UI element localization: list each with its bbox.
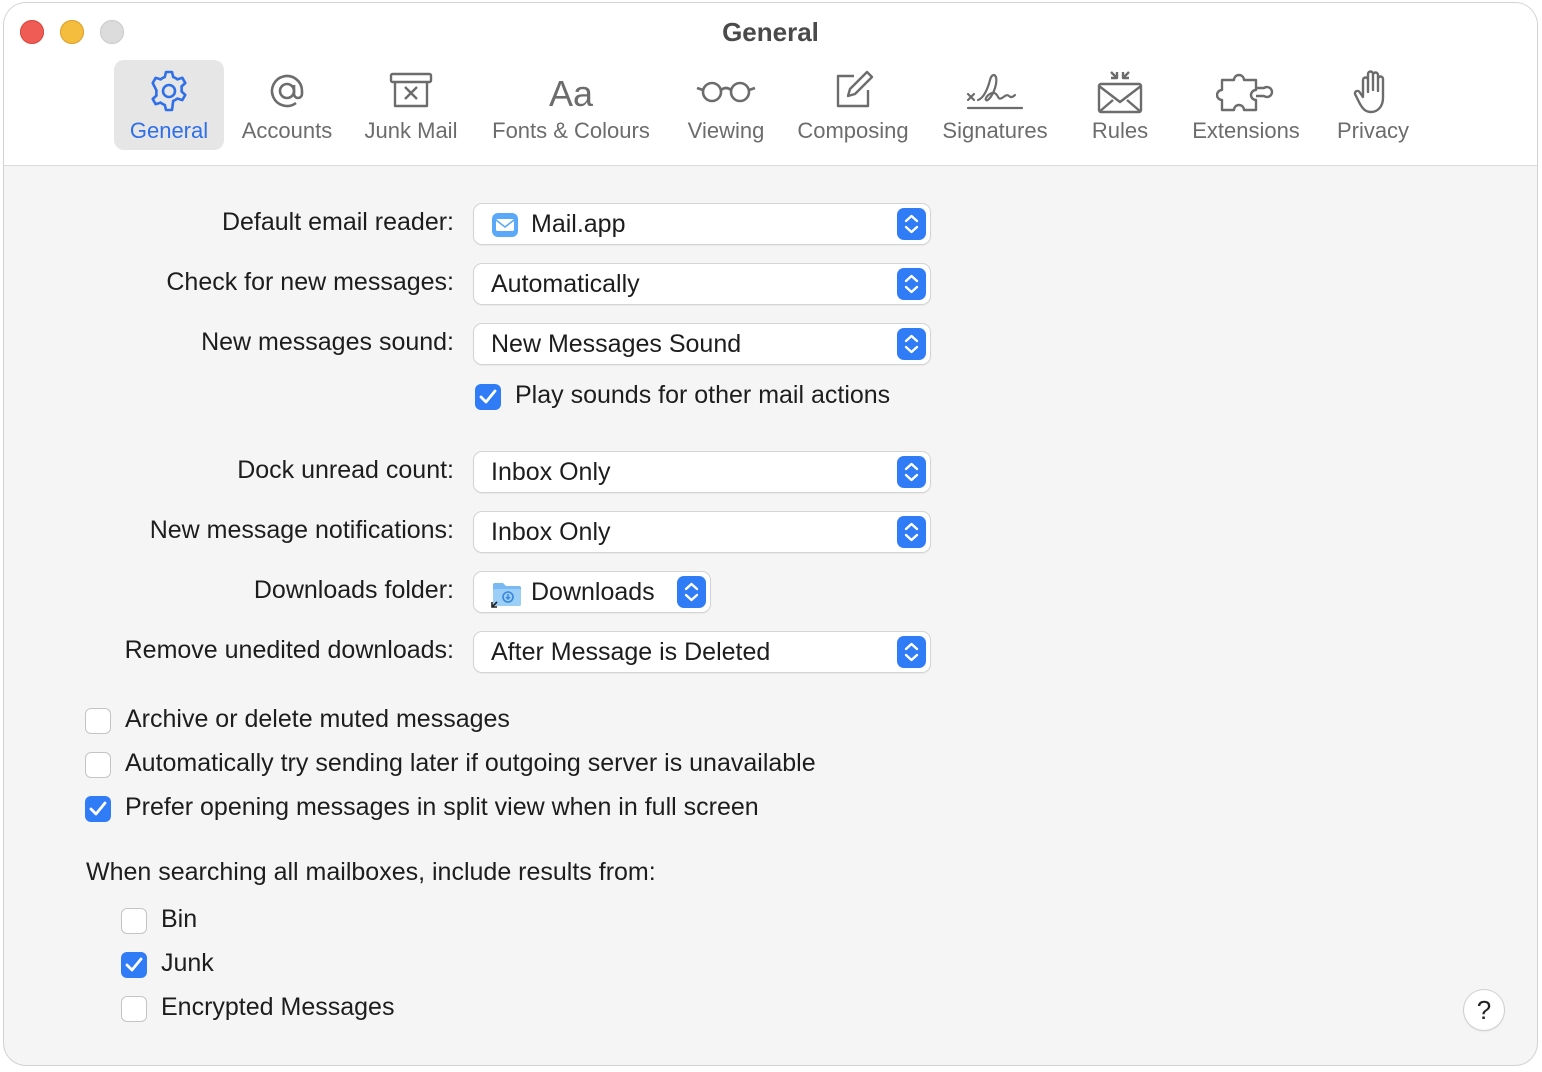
compose-icon — [836, 70, 874, 108]
popup-stepper[interactable] — [897, 208, 926, 240]
popup-stepper[interactable] — [897, 636, 926, 668]
tab-label: Extensions — [1192, 118, 1300, 143]
at-icon — [270, 74, 304, 108]
tab-label: Junk Mail — [364, 118, 458, 143]
popup-value: Inbox Only — [491, 458, 611, 486]
check-messages-popup[interactable]: Automatically — [474, 264, 930, 304]
sound-label: New messages sound: — [201, 328, 454, 356]
sound-popup[interactable]: New Messages Sound — [474, 324, 930, 364]
play-sounds-checkbox[interactable] — [475, 384, 501, 410]
tab-label: General — [129, 118, 209, 143]
tab-label: Signatures — [942, 118, 1048, 143]
search-junk-checkbox[interactable] — [121, 952, 147, 978]
junk-tray-icon — [389, 72, 433, 108]
checkbox-label: Archive or delete muted messages — [125, 705, 510, 733]
svg-text:Aa: Aa — [549, 73, 594, 114]
text-aa-icon: Aa — [549, 73, 594, 114]
checkbox-label: Automatically try sending later if outgo… — [125, 749, 816, 777]
checkbox-label: Play sounds for other mail actions — [515, 381, 891, 409]
popup-value: Automatically — [491, 270, 640, 298]
popup-stepper[interactable] — [897, 516, 926, 548]
popup-stepper[interactable] — [897, 268, 926, 300]
remove-downloads-label: Remove unedited downloads: — [124, 636, 454, 664]
split-view-checkbox[interactable] — [85, 796, 111, 822]
popup-value: New Messages Sound — [491, 330, 742, 358]
tab-composing[interactable]: Composing — [790, 60, 916, 150]
hand-icon — [1353, 70, 1385, 114]
preferences-window: General General Accounts Junk Mail Aa Fo… — [4, 3, 1537, 1065]
tab-fonts-colours[interactable]: Aa Fonts & Colours — [484, 60, 658, 150]
check-messages-label: Check for new messages: — [166, 268, 454, 296]
notifications-label: New message notifications: — [149, 516, 454, 544]
tab-label: Privacy — [1336, 118, 1410, 143]
checkbox-label: Bin — [161, 905, 198, 933]
popup-value: Inbox Only — [491, 518, 611, 546]
notifications-popup[interactable]: Inbox Only — [474, 512, 930, 552]
chevron-up-down-icon — [684, 582, 699, 602]
glasses-icon — [696, 81, 756, 103]
gear-icon — [151, 70, 187, 112]
archive-muted-checkbox[interactable] — [85, 708, 111, 734]
tab-privacy[interactable]: Privacy — [1324, 60, 1422, 150]
popup-stepper[interactable] — [677, 576, 706, 608]
tab-viewing[interactable]: Viewing — [676, 60, 776, 150]
chevron-up-down-icon — [904, 462, 919, 482]
tab-label: Composing — [797, 118, 909, 143]
downloads-folder-popup[interactable]: Downloads — [474, 572, 710, 612]
chevron-up-down-icon — [904, 274, 919, 294]
chevron-up-down-icon — [904, 642, 919, 662]
send-later-checkbox[interactable] — [85, 752, 111, 778]
dock-count-popup[interactable]: Inbox Only — [474, 452, 930, 492]
mail-app-icon — [492, 213, 518, 237]
tab-label: Rules — [1091, 118, 1149, 143]
popup-value: Mail.app — [531, 210, 626, 238]
checkmark-icon — [479, 389, 497, 404]
envelope-rules-icon — [1097, 71, 1143, 114]
checkbox-label: Encrypted Messages — [161, 993, 395, 1021]
checkmark-icon — [89, 801, 107, 816]
popup-value: After Message is Deleted — [491, 638, 771, 666]
folder-icon — [491, 583, 521, 608]
tab-extensions[interactable]: Extensions — [1184, 60, 1308, 150]
checkmark-icon — [125, 957, 143, 972]
help-button[interactable]: ? — [1464, 990, 1504, 1030]
tab-label: Viewing — [687, 118, 765, 143]
popup-stepper[interactable] — [897, 328, 926, 360]
checkbox-label: Prefer opening messages in split view wh… — [125, 793, 759, 821]
downloads-folder-label: Downloads folder: — [253, 576, 454, 604]
dock-count-label: Dock unread count: — [237, 456, 454, 484]
popup-value: Downloads — [531, 578, 655, 606]
tab-label: Fonts & Colours — [492, 118, 650, 143]
tab-general[interactable]: General — [114, 60, 224, 150]
signature-icon — [966, 74, 1024, 110]
window-title: General — [722, 17, 819, 47]
default-reader-popup[interactable]: Mail.app — [474, 204, 930, 244]
remove-downloads-popup[interactable]: After Message is Deleted — [474, 632, 930, 672]
checkbox-label: Junk — [161, 949, 214, 977]
tab-accounts[interactable]: Accounts — [232, 60, 342, 150]
search-section-label: When searching all mailboxes, include re… — [86, 858, 656, 886]
default-reader-label: Default email reader: — [221, 208, 454, 236]
chevron-up-down-icon — [904, 214, 919, 234]
title-bar: General General Accounts Junk Mail Aa Fo… — [4, 3, 1537, 166]
tab-rules[interactable]: Rules — [1072, 60, 1168, 150]
search-bin-checkbox[interactable] — [121, 908, 147, 934]
popup-stepper[interactable] — [897, 456, 926, 488]
tab-signatures[interactable]: Signatures — [934, 60, 1056, 150]
search-encrypted-checkbox[interactable] — [121, 996, 147, 1022]
chevron-up-down-icon — [904, 522, 919, 542]
chevron-up-down-icon — [904, 334, 919, 354]
tab-label: Accounts — [241, 118, 333, 143]
tab-junk-mail[interactable]: Junk Mail — [354, 60, 468, 150]
puzzle-icon — [1216, 73, 1274, 112]
